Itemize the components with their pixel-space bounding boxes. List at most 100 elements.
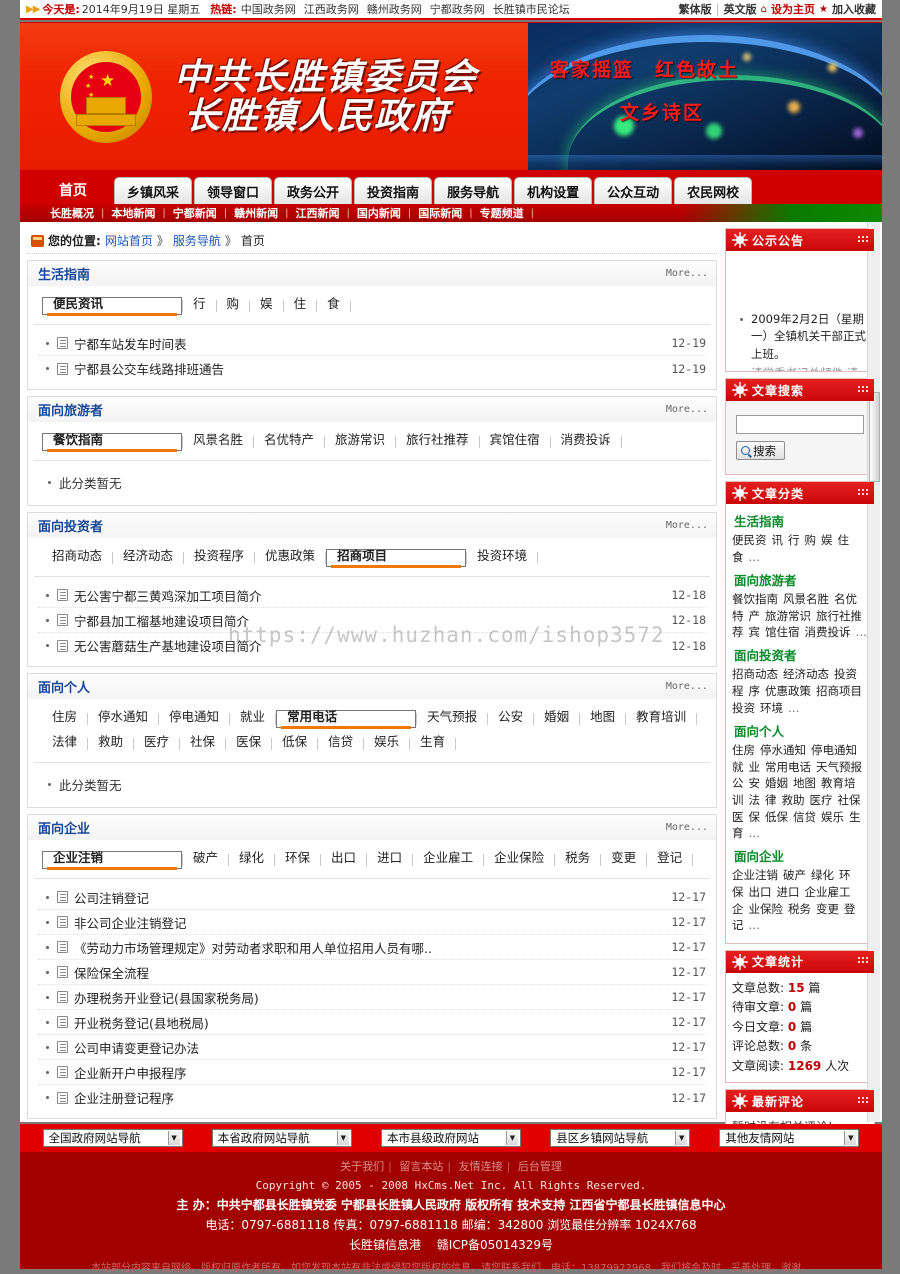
category-link[interactable]: 企业注销 bbox=[732, 868, 778, 882]
article-row[interactable]: 宁都县公交车线路排班通告 12-19 bbox=[38, 356, 706, 381]
category-link[interactable]: 风景名胜 bbox=[783, 592, 829, 606]
section-tab[interactable]: 经济动态 bbox=[113, 545, 183, 570]
section-tab[interactable]: 医疗 bbox=[134, 731, 179, 756]
article-row[interactable]: 办理税务开业登记(县国家税务局) 12-17 bbox=[38, 985, 706, 1010]
article-row[interactable]: 无公害宁都三黄鸡深加工项目简介 12-18 bbox=[38, 583, 706, 608]
article-row[interactable]: 公司申请变更登记办法 12-17 bbox=[38, 1035, 706, 1060]
subnav-link-2[interactable]: 宁都新闻 bbox=[173, 205, 217, 221]
subnav-link-0[interactable]: 长胜概况 bbox=[50, 205, 94, 221]
subnav-link-5[interactable]: 国内新闻 bbox=[357, 205, 401, 221]
article-title[interactable]: 开业税务登记(县地税局) bbox=[74, 1013, 209, 1032]
category-link[interactable]: 宾 bbox=[749, 625, 761, 639]
section-tab[interactable]: 公安 bbox=[488, 706, 533, 731]
article-row[interactable]: 宁都车站发车时间表 12-19 bbox=[38, 331, 706, 356]
section-more-link[interactable]: More... bbox=[666, 268, 708, 279]
section-tab[interactable]: 购 bbox=[217, 293, 250, 318]
select-province-gov[interactable]: 本省政府网站导航 ▼ bbox=[211, 1129, 352, 1147]
section-tab[interactable]: 风景名胜 bbox=[183, 429, 253, 454]
category-link[interactable]: 变更 bbox=[816, 902, 839, 916]
category-link[interactable]: 讯 bbox=[772, 533, 784, 547]
notice-item[interactable]: 请党委书记总频件 请上传估 bbox=[732, 365, 868, 371]
category-link[interactable]: 招商项目 bbox=[816, 684, 862, 698]
nav-tab-township[interactable]: 乡镇风采 bbox=[114, 177, 193, 204]
section-tab[interactable]: 进口 bbox=[367, 847, 412, 872]
section-tab[interactable]: 登记 bbox=[647, 847, 692, 872]
hotlink-1[interactable]: 江西政务网 bbox=[304, 1, 359, 17]
search-input[interactable] bbox=[736, 415, 864, 434]
category-link[interactable]: 招商动态 bbox=[732, 667, 778, 681]
category-link[interactable]: 天气预报 bbox=[816, 760, 862, 774]
category-link[interactable]: 婚姻 bbox=[765, 776, 788, 790]
section-tab[interactable]: 消费投诉 bbox=[551, 429, 621, 454]
category-link[interactable]: 停电通知 bbox=[811, 743, 857, 757]
article-row[interactable]: 无公害蘑菇生产基地建设项目简介 12-18 bbox=[38, 633, 706, 658]
section-tab[interactable]: 住房 bbox=[42, 706, 87, 731]
article-title[interactable]: 企业注册登记程序 bbox=[74, 1088, 174, 1107]
category-link[interactable]: 产 bbox=[749, 609, 761, 623]
footer-link-about[interactable]: 关于我们 bbox=[340, 1160, 384, 1173]
nav-tab-public[interactable]: 公众互动 bbox=[594, 177, 673, 204]
section-tab[interactable]: 破产 bbox=[183, 847, 228, 872]
category-link[interactable]: 食 bbox=[732, 550, 744, 564]
nav-tab-home[interactable]: 首页 bbox=[34, 175, 112, 204]
breadcrumb-section[interactable]: 服务导航 bbox=[173, 232, 221, 249]
article-row[interactable]: 《劳动力市场管理规定》对劳动者求职和用人单位招用人员有哪.. 12-17 bbox=[38, 935, 706, 960]
section-tab[interactable]: 企业保险 bbox=[484, 847, 554, 872]
article-title[interactable]: 宁都县加工榴基地建设项目简介 bbox=[74, 611, 249, 630]
section-tab[interactable]: 食 bbox=[317, 293, 350, 318]
section-tab[interactable]: 生育 bbox=[410, 731, 455, 756]
article-title[interactable]: 保险保全流程 bbox=[74, 963, 149, 982]
section-tab[interactable]: 地图 bbox=[580, 706, 625, 731]
article-row[interactable]: 企业新开户申报程序 12-17 bbox=[38, 1060, 706, 1085]
category-link[interactable]: 企业雇工 bbox=[805, 885, 851, 899]
section-tab[interactable]: 出口 bbox=[321, 847, 366, 872]
category-link[interactable]: 投资 bbox=[732, 701, 755, 715]
section-tab[interactable]: 行 bbox=[183, 293, 216, 318]
nav-tab-org[interactable]: 机构设置 bbox=[514, 177, 593, 204]
category-link[interactable]: 育 bbox=[732, 826, 744, 840]
article-title[interactable]: 非公司企业注销登记 bbox=[74, 913, 187, 932]
hotlink-2[interactable]: 赣州政务网 bbox=[367, 1, 422, 17]
category-link[interactable]: 住 bbox=[838, 533, 850, 547]
nav-tab-leaders[interactable]: 领导窗口 bbox=[194, 177, 273, 204]
section-tab[interactable]: 招商动态 bbox=[42, 545, 112, 570]
footer-link-message[interactable]: 留言本站 bbox=[399, 1160, 443, 1173]
nav-tab-investment[interactable]: 投资指南 bbox=[354, 177, 433, 204]
category-link[interactable]: 便民资 bbox=[732, 533, 767, 547]
section-tab[interactable]: 就业 bbox=[230, 706, 275, 731]
category-link[interactable]: 住房 bbox=[732, 743, 755, 757]
category-link[interactable]: 停水通知 bbox=[760, 743, 806, 757]
article-title[interactable]: 无公害宁都三黄鸡深加工项目简介 bbox=[74, 586, 262, 605]
category-link[interactable]: 消费投诉 bbox=[805, 625, 851, 639]
section-more-link[interactable]: More... bbox=[666, 681, 708, 692]
section-tab[interactable]: 社保 bbox=[180, 731, 225, 756]
select-city-county-gov[interactable]: 本市县级政府网站 ▼ bbox=[380, 1129, 521, 1147]
section-tab[interactable]: 法律 bbox=[42, 731, 87, 756]
article-title[interactable]: 无公害蘑菇生产基地建设项目简介 bbox=[74, 636, 262, 655]
category-link[interactable]: 法 bbox=[749, 793, 761, 807]
article-title[interactable]: 办理税务开业登记(县国家税务局) bbox=[74, 988, 259, 1007]
section-tab[interactable]: 名优特产 bbox=[254, 429, 324, 454]
category-link[interactable]: 低保 bbox=[765, 810, 788, 824]
english-link[interactable]: 英文版 bbox=[724, 1, 757, 17]
section-tab[interactable]: 旅游常识 bbox=[325, 429, 395, 454]
category-link[interactable]: 生 bbox=[849, 810, 861, 824]
section-tab[interactable]: 变更 bbox=[601, 847, 646, 872]
category-link[interactable]: 进口 bbox=[777, 885, 800, 899]
article-row[interactable]: 公司注销登记 12-17 bbox=[38, 885, 706, 910]
section-tab[interactable]: 环保 bbox=[275, 847, 320, 872]
section-tab[interactable]: 便民资讯 bbox=[42, 296, 182, 316]
section-tab[interactable]: 企业雇工 bbox=[413, 847, 483, 872]
category-link[interactable]: 经济动态 bbox=[783, 667, 829, 681]
select-national-gov[interactable]: 全国政府网站导航 ▼ bbox=[42, 1129, 183, 1147]
category-link[interactable]: 破产 bbox=[783, 868, 806, 882]
category-link[interactable]: 序 bbox=[749, 684, 761, 698]
section-tab[interactable]: 税务 bbox=[555, 847, 600, 872]
category-link[interactable]: 就 bbox=[732, 760, 744, 774]
breadcrumb-home[interactable]: 网站首页 bbox=[105, 232, 153, 249]
category-link[interactable]: 旅游常识 bbox=[765, 609, 811, 623]
article-row[interactable]: 非公司企业注销登记 12-17 bbox=[38, 910, 706, 935]
article-title[interactable]: 公司申请变更登记办法 bbox=[74, 1038, 199, 1057]
nav-tab-service[interactable]: 服务导航 bbox=[434, 177, 513, 204]
hotlink-3[interactable]: 宁都政务网 bbox=[430, 1, 485, 17]
